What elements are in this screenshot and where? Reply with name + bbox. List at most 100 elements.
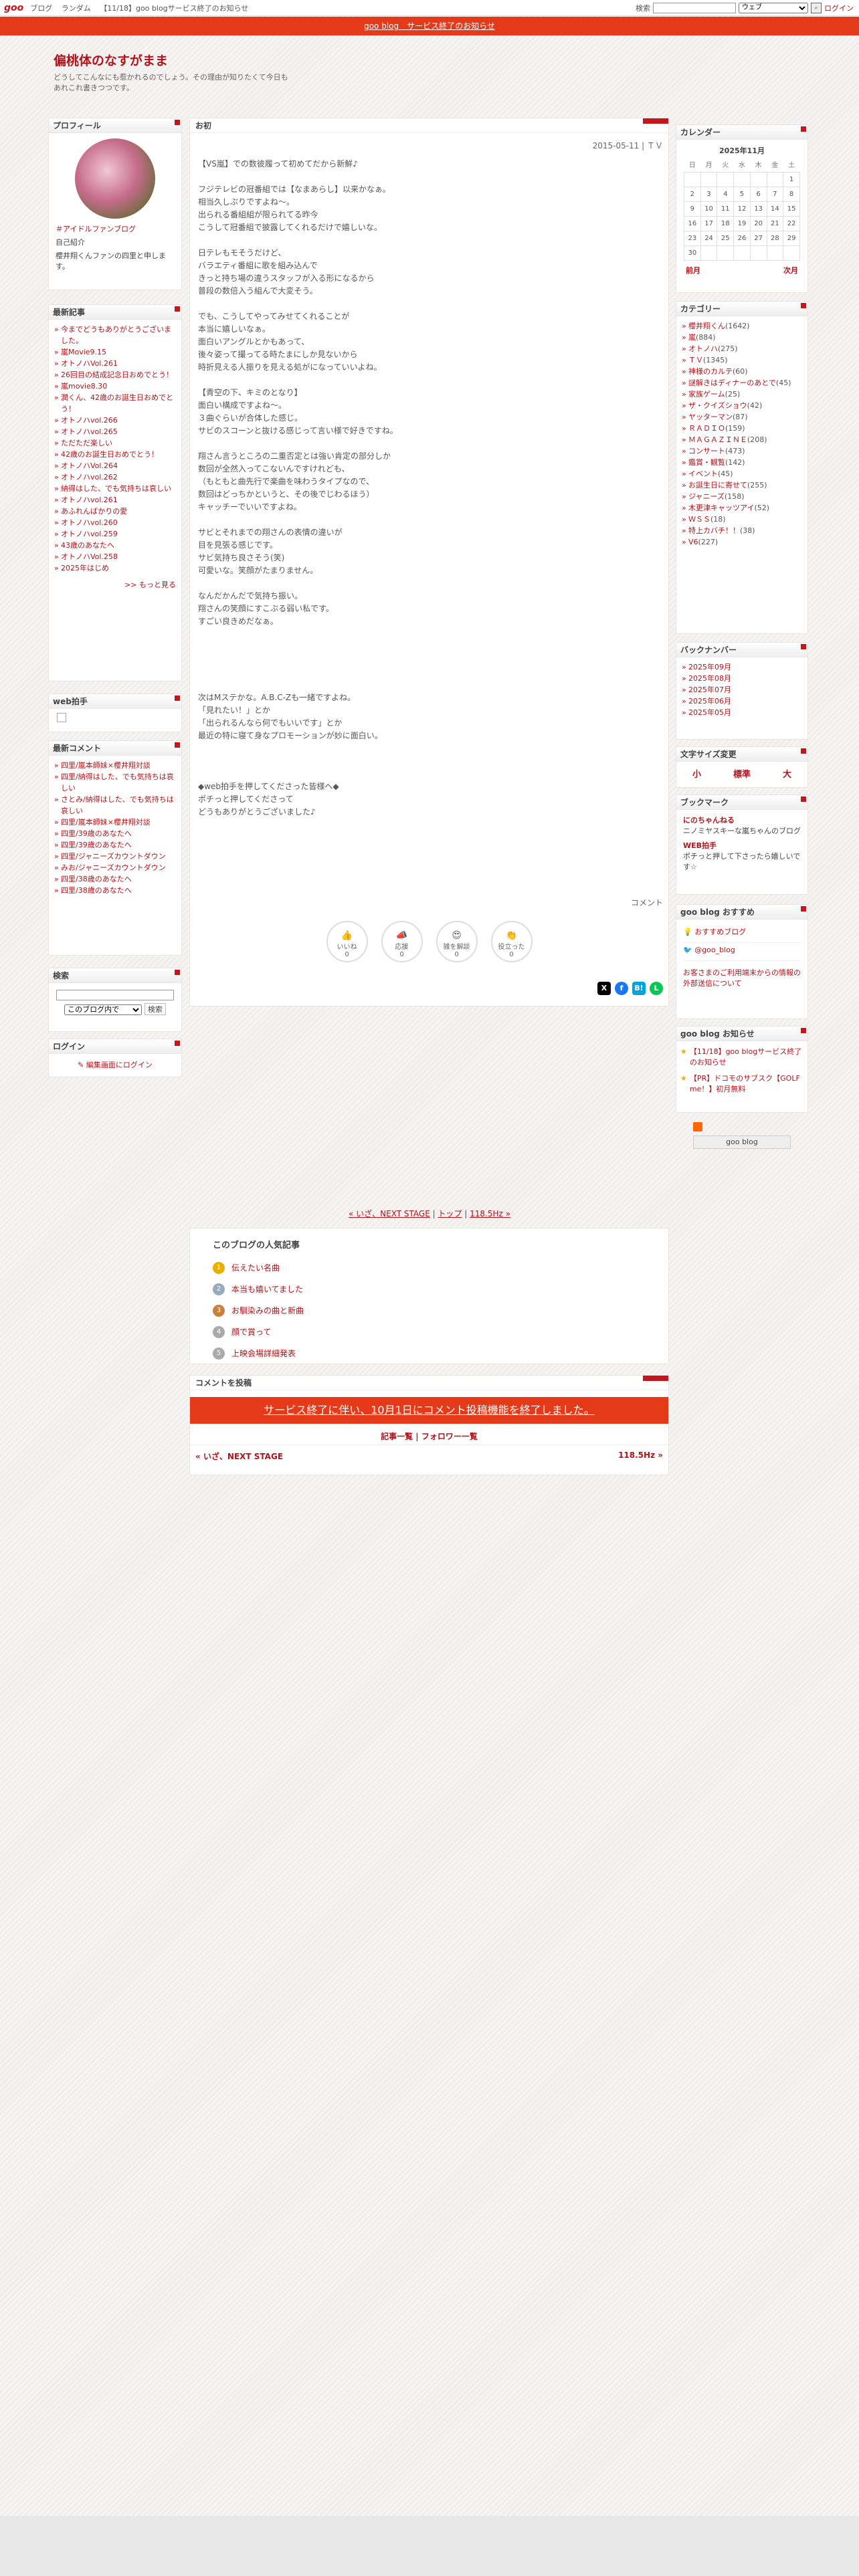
popular-item[interactable]: 4 顔で賞って xyxy=(213,1321,668,1343)
calendar-day[interactable]: 4 xyxy=(717,186,735,202)
calendar-day[interactable]: 8 xyxy=(783,186,800,202)
recent-comment-item[interactable]: 四里/38歳のあなたへ xyxy=(54,885,177,896)
calendar-day[interactable]: 2 xyxy=(684,186,701,202)
category-item[interactable]: ＷＳＳ(18) xyxy=(682,514,803,525)
goo-logo[interactable]: goo xyxy=(4,3,23,13)
calendar-day[interactable]: 15 xyxy=(783,201,800,217)
calendar-next[interactable]: 次月 xyxy=(783,265,798,276)
calendar-prev[interactable]: 前月 xyxy=(686,265,700,276)
bottom-next-link[interactable]: 118.5Hz » xyxy=(618,1451,663,1462)
category-item[interactable]: ＲＡＤＩＯ(159) xyxy=(682,423,803,434)
category-name[interactable]: お誕生日に寄せて xyxy=(688,481,747,490)
category-name[interactable]: ジャニーズ xyxy=(688,492,725,501)
recent-post-item[interactable]: 26回目の結成記念日おめでとう！ xyxy=(54,369,177,381)
comment-label[interactable]: コメント xyxy=(190,897,668,908)
calendar-day[interactable]: 12 xyxy=(733,201,751,217)
calendar-day[interactable]: 10 xyxy=(700,201,718,217)
news-2-link[interactable]: 【PR】ドコモのサブスク【GOLF me！】初月無料 xyxy=(690,1073,803,1095)
calendar-day[interactable]: 11 xyxy=(717,201,735,217)
calendar-day[interactable]: 5 xyxy=(733,186,751,202)
recent-post-item[interactable]: 嵐movie8.30 xyxy=(54,381,177,392)
popular-item[interactable]: 2 本当も嬉いてました xyxy=(213,1279,668,1300)
article-title[interactable]: お初 xyxy=(190,118,668,133)
recent-post-item[interactable]: オトノハvol.259 xyxy=(54,528,177,540)
bottom-prev-link[interactable]: « いざ、NEXT STAGE xyxy=(195,1451,283,1462)
category-item[interactable]: 神様のカルテ(60) xyxy=(682,366,803,377)
search-icon[interactable]: ⌕ xyxy=(811,2,822,13)
recent-post-item[interactable]: あふれんばかりの愛 xyxy=(54,506,177,517)
calendar-day[interactable]: 19 xyxy=(733,215,751,231)
category-name[interactable]: ザ・クイズショウ xyxy=(688,401,747,410)
nav-random[interactable]: ランダム xyxy=(62,4,91,13)
recent-post-item[interactable]: オトノハvol.266 xyxy=(54,415,177,426)
edit-login-link[interactable]: 編集画面にログイン xyxy=(86,1061,153,1069)
category-item[interactable]: ＴＶ(1345) xyxy=(682,354,803,366)
font-mid-button[interactable]: 標準 xyxy=(733,767,751,780)
recent-post-item[interactable]: オトノハvol.261 xyxy=(54,494,177,506)
popular-item-label[interactable]: 本当も嬉いてました xyxy=(231,1279,303,1300)
nav-blog[interactable]: ブログ xyxy=(30,4,52,13)
calendar-day[interactable]: 6 xyxy=(749,186,767,202)
reaction-button[interactable]: 😍 雑を解談 0 xyxy=(436,921,478,962)
recent-post-item[interactable]: オトノハVol.264 xyxy=(54,460,177,471)
comment-closed-notice[interactable]: サービス終了に伴い、10月1日にコメント投稿機能を終了しました。 xyxy=(190,1397,668,1424)
calendar-day[interactable]: 24 xyxy=(700,230,718,246)
reaction-button[interactable]: 📣 応援 0 xyxy=(381,921,423,962)
calendar-day[interactable]: 28 xyxy=(766,230,784,246)
category-name[interactable]: 櫻井翔くん xyxy=(688,322,725,330)
category-item[interactable]: ジャニーズ(158) xyxy=(682,491,803,502)
calendar-day[interactable]: 9 xyxy=(684,201,701,217)
goo-twitter-link[interactable]: @goo_blog xyxy=(694,946,735,954)
list-links[interactable]: 記事一覧 | フォロワー一覧 xyxy=(190,1424,668,1444)
external-info-link[interactable]: お客さまのご利用端末からの情報の外部送信について xyxy=(683,960,801,989)
calendar-day[interactable]: 29 xyxy=(783,230,800,246)
calendar-day[interactable]: 17 xyxy=(700,215,718,231)
category-name[interactable]: ＲＡＤＩＯ xyxy=(688,424,725,433)
category-item[interactable]: コンサート(473) xyxy=(682,445,803,457)
recent-post-item[interactable]: 潤くん、42歳のお誕生日おめでとう！ xyxy=(54,392,177,415)
recent-post-item[interactable]: オトノハvol.260 xyxy=(54,517,177,528)
calendar-day[interactable]: 1 xyxy=(783,171,800,187)
category-name[interactable]: V6 xyxy=(688,538,698,546)
popular-item-label[interactable]: 上映会場詳細発表 xyxy=(231,1343,296,1364)
calendar-day[interactable]: 26 xyxy=(733,230,751,246)
category-name[interactable]: 嵐 xyxy=(688,333,696,342)
category-item[interactable]: 鑑賞・観覧(142) xyxy=(682,457,803,468)
backnumber-item[interactable]: 2025年09月 xyxy=(682,661,803,673)
calendar-day[interactable]: 7 xyxy=(766,186,784,202)
search-scope-select[interactable]: ウェブ xyxy=(739,2,808,13)
calendar-day[interactable]: 23 xyxy=(684,230,701,246)
calendar-day[interactable]: 30 xyxy=(684,245,701,261)
blog-title[interactable]: 偏桃体のなすがまま xyxy=(54,51,168,69)
goo-blog-banner[interactable]: goo blog xyxy=(693,1136,791,1149)
category-name[interactable]: イベント xyxy=(688,469,718,478)
blog-search-input[interactable] xyxy=(56,990,174,1000)
rss-icon[interactable] xyxy=(693,1122,702,1132)
category-item[interactable]: イベント(45) xyxy=(682,468,803,479)
calendar-day[interactable]: 22 xyxy=(783,215,800,231)
popular-item[interactable]: 3 お馴染みの曲と新曲 xyxy=(213,1300,668,1321)
category-item[interactable]: ヤッターマン(87) xyxy=(682,411,803,423)
category-name[interactable]: 家族ゲーム xyxy=(688,390,725,399)
category-name[interactable]: 神様のカルテ xyxy=(688,367,733,376)
recent-post-item[interactable]: オトノハVol.258 xyxy=(54,551,177,562)
news-1-link[interactable]: 【11/18】goo blogサービス終了のお知らせ xyxy=(690,1047,803,1068)
recent-comment-item[interactable]: 四里/嵐本師妹×櫻井翔対談 xyxy=(54,817,177,828)
popular-item[interactable]: 1 伝えたい名曲 xyxy=(213,1257,668,1279)
hatena-share-icon[interactable]: B! xyxy=(632,982,646,995)
popular-item-label[interactable]: 伝えたい名曲 xyxy=(231,1257,280,1279)
category-name[interactable]: 鑑賞・観覧 xyxy=(688,458,725,467)
category-name[interactable]: 謎解きはディナーのあとで xyxy=(688,379,776,387)
category-item[interactable]: 家族ゲーム(25) xyxy=(682,389,803,400)
category-name[interactable]: 木更津キャッツアイ xyxy=(688,504,754,512)
popular-item-label[interactable]: 顔で賞って xyxy=(231,1321,271,1343)
bookmark-1-link[interactable]: にのちゃんねる xyxy=(683,815,801,826)
category-item[interactable]: 謎解きはディナーのあとで(45) xyxy=(682,377,803,389)
backnumber-item[interactable]: 2025年08月 xyxy=(682,673,803,684)
recent-comment-item[interactable]: 四里/納得はした、でも気持ちは哀しい xyxy=(54,771,177,794)
calendar-day[interactable]: 16 xyxy=(684,215,701,231)
calendar-day[interactable]: 21 xyxy=(766,215,784,231)
recent-post-item[interactable]: オトノハvol.262 xyxy=(54,471,177,483)
calendar-day[interactable]: 27 xyxy=(749,230,767,246)
recent-comment-item[interactable]: さとみ/納得はした、でも気持ちは哀しい xyxy=(54,794,177,817)
